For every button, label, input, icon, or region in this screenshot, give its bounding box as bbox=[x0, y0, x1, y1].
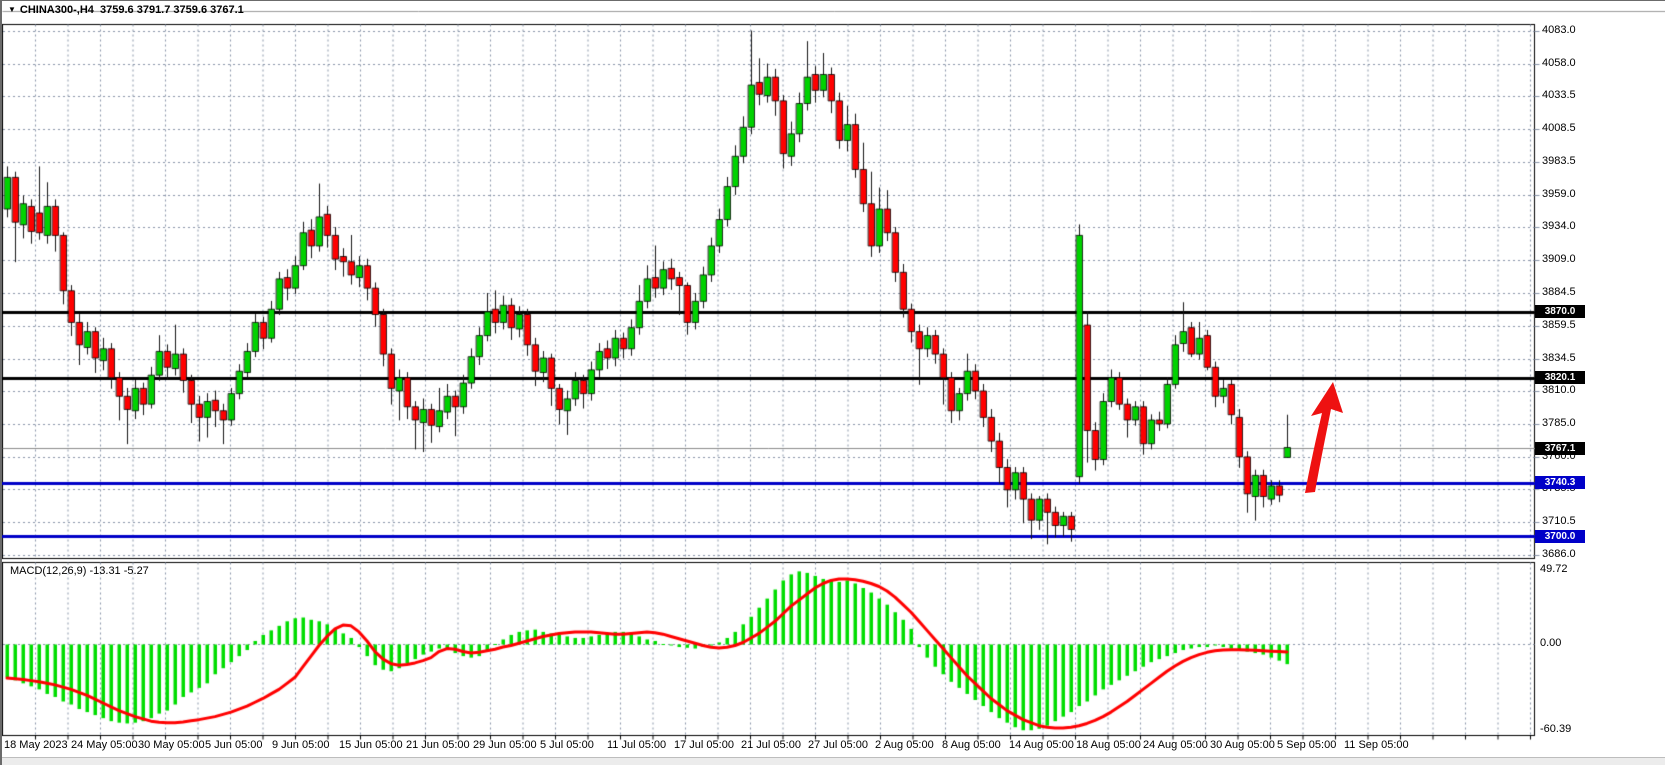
price-axis-tick: 3710.5 bbox=[1542, 515, 1576, 527]
ohlc-readout: 3759.6 3791.7 3759.6 3767.1 bbox=[100, 4, 244, 16]
support-line-price-tag[interactable]: 3700.0 bbox=[1535, 530, 1585, 543]
chart-title: ▼ CHINA300-,H4 3759.6 3791.7 3759.6 3767.… bbox=[8, 4, 244, 16]
price-chart-canvas[interactable] bbox=[2, 1, 1665, 765]
time-axis-label: 5 Jul 05:00 bbox=[540, 739, 594, 751]
price-axis-tick: 3959.0 bbox=[1542, 188, 1576, 200]
time-axis-label: 17 Jul 05:00 bbox=[674, 739, 734, 751]
time-axis-label: 11 Sep 05:00 bbox=[1344, 739, 1409, 751]
time-axis-label: 9 Jun 05:00 bbox=[272, 739, 330, 751]
time-axis-label: 18 May 2023 bbox=[4, 739, 68, 751]
macd-axis-zero: 0.00 bbox=[1540, 637, 1561, 649]
resistance-line-price-tag[interactable]: 3870.0 bbox=[1535, 305, 1585, 318]
time-axis-label: 24 May 05:00 bbox=[71, 739, 138, 751]
support-line-price-tag[interactable]: 3740.3 bbox=[1535, 476, 1585, 489]
price-axis-tick: 3834.5 bbox=[1542, 352, 1576, 364]
time-axis-label: 5 Sep 05:00 bbox=[1277, 739, 1336, 751]
symbol-period-label: CHINA300-,H4 bbox=[20, 4, 94, 16]
time-axis-label: 30 Aug 05:00 bbox=[1210, 739, 1275, 751]
time-axis-label: 18 Aug 05:00 bbox=[1076, 739, 1141, 751]
time-axis-label: 11 Jul 05:00 bbox=[607, 739, 666, 751]
price-axis-tick: 3983.5 bbox=[1542, 155, 1576, 167]
time-axis-label: 5 Jun 05:00 bbox=[205, 739, 263, 751]
time-axis-label: 2 Aug 05:00 bbox=[875, 739, 934, 751]
price-axis-tick: 3884.5 bbox=[1542, 286, 1576, 298]
resistance-line-price-tag[interactable]: 3820.1 bbox=[1535, 371, 1585, 384]
time-axis-label: 8 Aug 05:00 bbox=[942, 739, 1001, 751]
time-axis-label: 14 Aug 05:00 bbox=[1009, 739, 1074, 751]
price-axis-tick: 3810.0 bbox=[1542, 384, 1576, 396]
price-axis-tick: 3934.0 bbox=[1542, 220, 1576, 232]
chart-window: ▼ CHINA300-,H4 3759.6 3791.7 3759.6 3767.… bbox=[0, 0, 1665, 765]
time-axis-label: 24 Aug 05:00 bbox=[1143, 739, 1208, 751]
current-price-tag: 3767.1 bbox=[1535, 442, 1585, 455]
time-axis-label: 29 Jun 05:00 bbox=[473, 739, 537, 751]
macd-axis-max: 49.72 bbox=[1540, 563, 1568, 575]
macd-axis-min: -60.39 bbox=[1540, 723, 1571, 735]
price-axis-tick: 4083.0 bbox=[1542, 24, 1576, 36]
price-axis-tick: 4058.0 bbox=[1542, 57, 1576, 69]
price-axis-tick: 3909.0 bbox=[1542, 253, 1576, 265]
price-axis-tick: 4033.5 bbox=[1542, 89, 1576, 101]
window-bottom-strip bbox=[2, 757, 1665, 765]
price-axis-tick: 3859.5 bbox=[1542, 319, 1576, 331]
time-axis-label: 27 Jul 05:00 bbox=[808, 739, 868, 751]
symbol-dropdown-icon[interactable]: ▼ bbox=[8, 5, 16, 14]
time-axis-label: 15 Jun 05:00 bbox=[339, 739, 403, 751]
price-axis-tick: 4008.5 bbox=[1542, 122, 1576, 134]
time-axis-label: 30 May 05:00 bbox=[138, 739, 205, 751]
time-axis-label: 21 Jul 05:00 bbox=[741, 739, 801, 751]
time-axis-label: 21 Jun 05:00 bbox=[406, 739, 470, 751]
price-axis-tick: 3686.0 bbox=[1542, 548, 1576, 560]
price-axis-tick: 3785.0 bbox=[1542, 417, 1576, 429]
macd-indicator-label: MACD(12,26,9) -13.31 -5.27 bbox=[10, 565, 149, 577]
